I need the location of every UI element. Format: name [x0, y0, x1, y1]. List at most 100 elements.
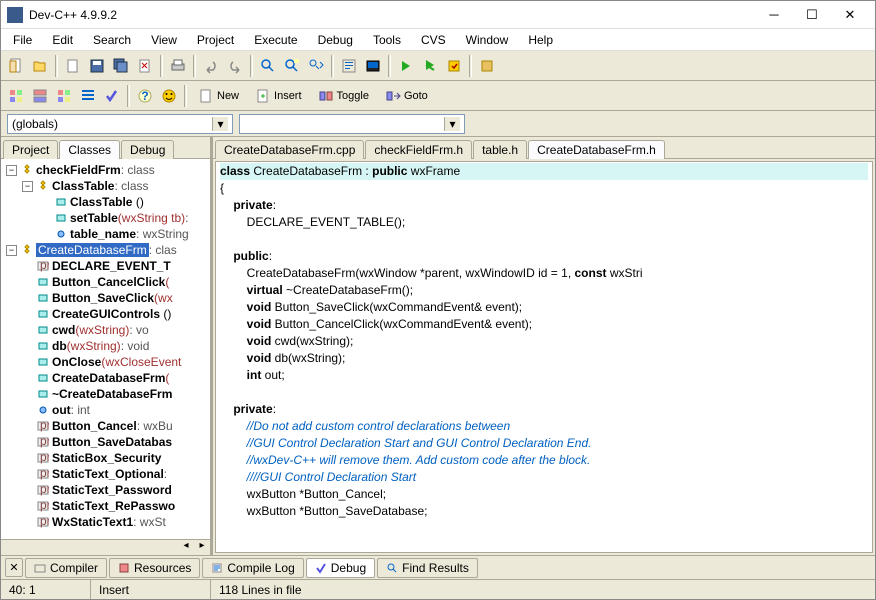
bottom-tab-find-results[interactable]: Find Results: [377, 558, 478, 578]
expand-icon[interactable]: −: [22, 181, 33, 192]
goto-button[interactable]: Goto: [378, 85, 435, 107]
editor-tab[interactable]: CreateDatabaseFrm.h: [528, 140, 665, 159]
tree-node[interactable]: Button_CancelClick (: [4, 274, 207, 290]
code-line[interactable]: wxButton *Button_SaveDatabase;: [220, 503, 868, 520]
code-line[interactable]: class CreateDatabaseFrm : public wxFrame: [220, 163, 868, 180]
code-line[interactable]: //GUI Control Declaration Start and GUI …: [220, 435, 868, 452]
stop-button[interactable]: [476, 55, 498, 77]
check-button[interactable]: [101, 85, 123, 107]
new-doc-button[interactable]: [62, 55, 84, 77]
menu-file[interactable]: File: [3, 31, 42, 49]
tree-node[interactable]: privDECLARE_EVENT_T: [4, 258, 207, 274]
tree-node[interactable]: −ClassTable : class: [4, 178, 207, 194]
code-line[interactable]: public:: [220, 248, 868, 265]
bottom-tab-compile-log[interactable]: Compile Log: [202, 558, 303, 578]
bottom-tab-compiler[interactable]: Compiler: [25, 558, 107, 578]
help-button[interactable]: ?: [134, 85, 156, 107]
code-line[interactable]: {: [220, 180, 868, 197]
code-line[interactable]: //Do not add custom control declarations…: [220, 418, 868, 435]
class-tree[interactable]: −checkFieldFrm : class−ClassTable : clas…: [1, 159, 210, 539]
tree-node[interactable]: db (wxString) : void: [4, 338, 207, 354]
code-line[interactable]: private:: [220, 401, 868, 418]
save-button[interactable]: [86, 55, 108, 77]
code-line[interactable]: [220, 384, 868, 401]
tree-node[interactable]: privStaticText_Password: [4, 482, 207, 498]
menu-project[interactable]: Project: [187, 31, 244, 49]
code-line[interactable]: void Button_CancelClick(wxCommandEvent& …: [220, 316, 868, 333]
close-button[interactable]: ✕: [831, 3, 869, 27]
debug-button[interactable]: [443, 55, 465, 77]
tree-node[interactable]: ClassTable (): [4, 194, 207, 210]
grid-b-button[interactable]: [29, 85, 51, 107]
menu-view[interactable]: View: [141, 31, 187, 49]
tree-node[interactable]: table_name : wxString: [4, 226, 207, 242]
menu-window[interactable]: Window: [456, 31, 519, 49]
grid-a-button[interactable]: [5, 85, 27, 107]
tree-node[interactable]: ~CreateDatabaseFrm: [4, 386, 207, 402]
editor-tab[interactable]: checkFieldFrm.h: [365, 140, 472, 159]
tree-node[interactable]: privButton_SaveDatabas: [4, 434, 207, 450]
code-line[interactable]: void cwd(wxString);: [220, 333, 868, 350]
code-line[interactable]: ////GUI Control Declaration Start: [220, 469, 868, 486]
new-file-button[interactable]: [5, 55, 27, 77]
redo-button[interactable]: [224, 55, 246, 77]
menu-execute[interactable]: Execute: [244, 31, 307, 49]
expand-icon[interactable]: −: [6, 165, 17, 176]
menu-debug[interactable]: Debug: [308, 31, 363, 49]
scroll-left-button[interactable]: ◂: [178, 540, 194, 555]
maximize-button[interactable]: ☐: [793, 3, 831, 27]
code-line[interactable]: void Button_SaveClick(wxCommandEvent& ev…: [220, 299, 868, 316]
member-combo[interactable]: ▾: [239, 114, 465, 134]
tree-node[interactable]: privButton_Cancel : wxBu: [4, 418, 207, 434]
tree-node[interactable]: cwd (wxString) : vo: [4, 322, 207, 338]
new-project-button[interactable]: New: [191, 85, 246, 107]
code-line[interactable]: //wxDev-C++ will remove them. Add custom…: [220, 452, 868, 469]
code-line[interactable]: [220, 231, 868, 248]
minimize-button[interactable]: ─: [755, 3, 793, 27]
code-line[interactable]: DECLARE_EVENT_TABLE();: [220, 214, 868, 231]
code-area[interactable]: class CreateDatabaseFrm : public wxFrame…: [216, 162, 872, 552]
tree-node[interactable]: setTable (wxString tb) :: [4, 210, 207, 226]
code-line[interactable]: private:: [220, 197, 868, 214]
scope-combo[interactable]: (globals) ▾: [7, 114, 233, 134]
run-button[interactable]: [362, 55, 384, 77]
tree-node[interactable]: OnClose (wxCloseEvent: [4, 354, 207, 370]
tree-node[interactable]: CreateGUIControls (): [4, 306, 207, 322]
rebuild-button[interactable]: [419, 55, 441, 77]
menu-tools[interactable]: Tools: [363, 31, 411, 49]
tree-node[interactable]: privStaticBox_Security: [4, 450, 207, 466]
close-bottom-button[interactable]: ✕: [5, 558, 23, 577]
tree-node[interactable]: −checkFieldFrm : class: [4, 162, 207, 178]
menu-search[interactable]: Search: [83, 31, 141, 49]
find-next-button[interactable]: [305, 55, 327, 77]
tree-node[interactable]: −CreateDatabaseFrm : clas: [4, 242, 207, 258]
bottom-tab-debug[interactable]: Debug: [306, 558, 375, 578]
tree-node[interactable]: privWxStaticText1 : wxSt: [4, 514, 207, 530]
code-line[interactable]: void db(wxString);: [220, 350, 868, 367]
open-button[interactable]: [29, 55, 51, 77]
tree-node[interactable]: privStaticText_RePasswo: [4, 498, 207, 514]
tree-node[interactable]: CreateDatabaseFrm (: [4, 370, 207, 386]
insert-button[interactable]: Insert: [248, 85, 309, 107]
save-all-button[interactable]: [110, 55, 132, 77]
list-button[interactable]: [77, 85, 99, 107]
editor-tab[interactable]: CreateDatabaseFrm.cpp: [215, 140, 364, 159]
menu-help[interactable]: Help: [518, 31, 563, 49]
undo-button[interactable]: [200, 55, 222, 77]
menu-edit[interactable]: Edit: [42, 31, 83, 49]
tree-node[interactable]: out : int: [4, 402, 207, 418]
print-button[interactable]: [167, 55, 189, 77]
tree-node[interactable]: privStaticText_Optional :: [4, 466, 207, 482]
code-line[interactable]: virtual ~CreateDatabaseFrm();: [220, 282, 868, 299]
expand-icon[interactable]: −: [6, 245, 17, 256]
compile-run-button[interactable]: [395, 55, 417, 77]
tree-node[interactable]: Button_SaveClick (wx: [4, 290, 207, 306]
left-tab-classes[interactable]: Classes: [59, 140, 120, 159]
close-file-button[interactable]: [134, 55, 156, 77]
code-line[interactable]: wxButton *Button_Cancel;: [220, 486, 868, 503]
code-line[interactable]: int out;: [220, 367, 868, 384]
code-line[interactable]: CreateDatabaseFrm(wxWindow *parent, wxWi…: [220, 265, 868, 282]
replace-button[interactable]: [281, 55, 303, 77]
scroll-right-button[interactable]: ▸: [194, 540, 210, 555]
toggle-button[interactable]: Toggle: [311, 85, 376, 107]
